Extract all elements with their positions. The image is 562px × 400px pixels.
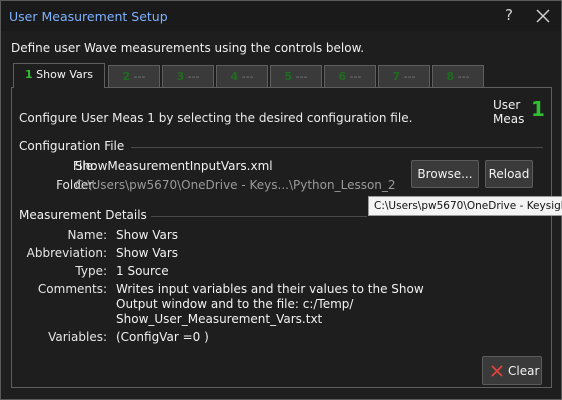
reload-label: Reload (488, 167, 530, 181)
abbreviation-value: Show Vars (116, 246, 179, 260)
tab-label: --- (400, 70, 416, 83)
tab-6[interactable]: 6 --- (324, 65, 376, 87)
intro-text: Define user Wave measurements using the … (11, 41, 365, 55)
type-value: 1 Source (116, 264, 169, 278)
name-label: Name: (67, 228, 107, 242)
clear-button[interactable]: Clear (482, 356, 542, 385)
user-meas-number: 1 (531, 97, 545, 121)
folder-value: C:\Users\pw5670\OneDrive - Keys...\Pytho… (75, 178, 396, 192)
clear-label: Clear (508, 364, 540, 378)
tab-number: 1 (25, 68, 33, 81)
tab-label: --- (184, 70, 200, 83)
comments-label: Comments: (37, 282, 107, 296)
user-meas-line1: User (493, 98, 521, 112)
tab-label: Show Vars (32, 68, 93, 81)
variables-value: (ConfigVar =0 ) (116, 330, 209, 344)
clear-x-icon (491, 365, 503, 377)
abbreviation-label: Abbreviation: (26, 246, 107, 260)
tab-number: 6 (338, 70, 347, 83)
tab-number: 2 (122, 70, 131, 83)
tab-1[interactable]: 1 Show Vars (13, 63, 105, 88)
config-instructions: Configure User Meas 1 by selecting the d… (19, 111, 413, 125)
tab-7[interactable]: 7 --- (378, 65, 430, 87)
tab-number: 4 (230, 70, 239, 83)
user-meas-line2: Meas (493, 112, 525, 126)
tab-8[interactable]: 8 --- (432, 65, 484, 87)
comments-value: Writes input variables and their values … (116, 282, 424, 326)
title-bar: User Measurement Setup ? (1, 1, 561, 31)
tab-number: 5 (284, 70, 293, 83)
tab-label: --- (346, 70, 362, 83)
window-title: User Measurement Setup (9, 9, 168, 24)
tab-5[interactable]: 5 --- (270, 65, 322, 87)
folder-tooltip: C:\Users\pw5670\OneDrive - Keysight (368, 196, 562, 216)
tab-3[interactable]: 3 --- (162, 65, 214, 87)
tab-4[interactable]: 4 --- (216, 65, 268, 87)
user-meas-label: User Meas (493, 98, 524, 126)
tab-number: 7 (392, 70, 401, 83)
reload-button[interactable]: Reload (485, 160, 533, 188)
dialog-window: User Measurement Setup ? Define user Wav… (0, 0, 562, 400)
section-divider (151, 216, 367, 217)
tab-label: --- (292, 70, 308, 83)
browse-label: Browse... (417, 167, 473, 181)
tab-2[interactable]: 2 --- (108, 65, 160, 87)
name-value: Show Vars (116, 228, 179, 242)
tab-label: --- (130, 70, 146, 83)
tab-label: --- (454, 70, 470, 83)
file-value: ShowMeasurementInputVars.xml (75, 159, 273, 173)
config-section-title: Configuration File (19, 139, 125, 153)
help-button[interactable]: ? (505, 6, 513, 24)
browse-button[interactable]: Browse... (411, 160, 479, 188)
close-icon[interactable] (536, 9, 550, 23)
type-label: Type: (75, 264, 107, 278)
variables-label: Variables: (48, 330, 107, 344)
tab-label: --- (238, 70, 254, 83)
tab-number: 8 (446, 70, 455, 83)
details-section-title: Measurement Details (19, 208, 147, 222)
tab-number: 3 (176, 70, 185, 83)
section-divider (131, 147, 543, 148)
